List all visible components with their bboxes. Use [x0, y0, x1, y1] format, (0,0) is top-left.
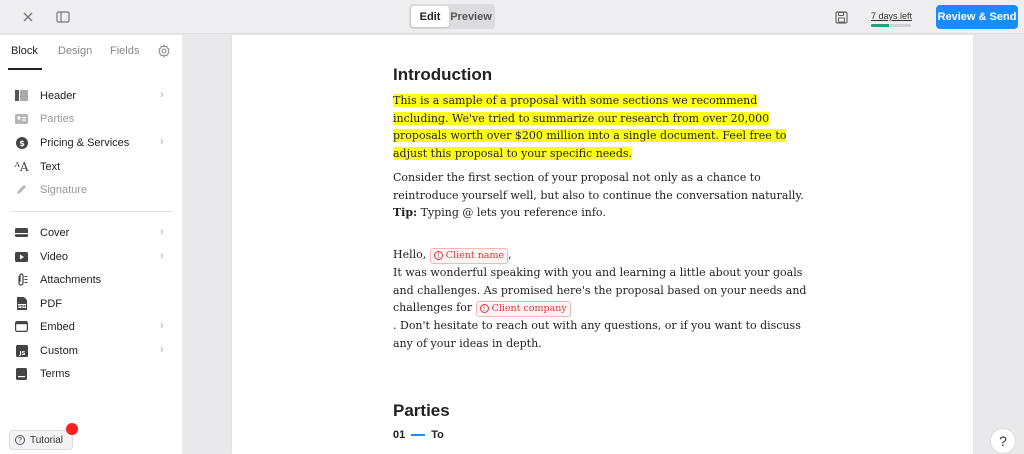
play-icon: [15, 250, 28, 263]
tip-label: Tip:: [393, 206, 418, 219]
notification-dot: [66, 423, 78, 435]
edit-tab[interactable]: Edit: [411, 6, 449, 27]
sidebar-item-parties[interactable]: Parties: [0, 108, 182, 130]
intro-paragraph[interactable]: This is a sample of a proposal with some…: [393, 92, 813, 162]
help-button[interactable]: ?: [990, 428, 1016, 454]
preview-tab[interactable]: Preview: [449, 6, 493, 27]
gear-icon[interactable]: [157, 44, 171, 58]
tip-text: Typing @ lets you reference info.: [417, 206, 606, 219]
parties-subheading: 01 To: [393, 429, 444, 441]
paragraph-text: It was wonderful speaking with you and l…: [393, 266, 807, 314]
sidebar-item-label: Parties: [40, 113, 75, 125]
hello-text: Hello,: [393, 248, 430, 261]
chevron-right-icon: ›: [160, 320, 164, 332]
sidebar-item-terms[interactable]: Terms: [0, 363, 182, 385]
chevron-right-icon: ›: [160, 344, 164, 356]
client-company-chip-label: Client company: [491, 303, 567, 314]
client-company-field[interactable]: ! Client company: [475, 301, 571, 317]
sidebar-tabs: Block Design Fields: [0, 35, 182, 70]
cover-icon: [15, 226, 28, 239]
dash-divider: [411, 434, 426, 436]
sidebar-item-label: Video: [40, 251, 68, 263]
svg-text:JS: JS: [18, 351, 25, 357]
sidebar-item-label: Terms: [40, 368, 70, 380]
terms-icon: [15, 367, 28, 380]
close-icon[interactable]: [18, 7, 38, 27]
sidebar-item-pdf[interactable]: PDF PDF: [0, 293, 182, 315]
consider-paragraph[interactable]: Consider the first section of your propo…: [393, 169, 813, 222]
sidebar-item-header[interactable]: Header ›: [0, 85, 182, 107]
pen-icon: [15, 183, 28, 196]
sidebar-divider: [10, 211, 172, 212]
sidebar-item-label: Pricing & Services: [40, 137, 130, 149]
warning-icon: !: [479, 304, 489, 313]
chevron-right-icon: ›: [160, 226, 164, 238]
header-icon: [15, 89, 28, 102]
parties-icon: [15, 112, 28, 125]
sidebar-item-cover[interactable]: Cover ›: [0, 222, 182, 244]
warning-icon: !: [433, 251, 443, 260]
sidebar-item-label: Embed: [40, 321, 75, 333]
review-send-button[interactable]: Review & Send: [936, 5, 1018, 29]
dollar-icon: $: [15, 136, 28, 149]
active-tab-indicator: [8, 68, 42, 70]
tutorial-label: Tutorial: [30, 434, 63, 446]
sidebar-item-signature[interactable]: Signature: [0, 179, 182, 201]
chevron-right-icon: ›: [160, 89, 164, 101]
comma-text: ,: [508, 248, 512, 261]
sidebar-item-label: Attachments: [40, 274, 102, 286]
sidebar-toggle-icon[interactable]: [53, 7, 73, 27]
sidebar-item-label: Signature: [40, 184, 88, 196]
top-bar: Edit Preview 7 days left Review & Send: [0, 0, 1024, 34]
attachment-icon: [15, 273, 28, 286]
pdf-icon: PDF: [15, 297, 28, 310]
chevron-right-icon: ›: [160, 136, 164, 148]
tab-fields[interactable]: Fields: [110, 45, 139, 57]
sidebar-item-label: Custom: [40, 345, 78, 357]
svg-text:PDF: PDF: [18, 305, 26, 309]
sidebar-item-embed[interactable]: Embed ›: [0, 316, 182, 338]
tab-design[interactable]: Design: [58, 45, 92, 57]
sidebar-item-pricing[interactable]: $ Pricing & Services ›: [0, 132, 182, 154]
sidebar-item-video[interactable]: Video ›: [0, 246, 182, 268]
text-icon: ᴬA: [14, 159, 29, 174]
sidebar-item-label: Text: [40, 161, 61, 173]
js-icon: JS: [15, 344, 28, 357]
trial-progress-bar: [871, 24, 911, 27]
sidebar-item-custom[interactable]: JS Custom ›: [0, 340, 182, 362]
paragraph-text: . Don't hesitate to reach out with any q…: [393, 319, 801, 350]
sidebar-item-text[interactable]: ᴬA Text: [0, 156, 182, 178]
tab-block[interactable]: Block: [11, 45, 38, 57]
block-sidebar: Block Design Fields Header › Parties $ P…: [0, 35, 182, 454]
paragraph-text: Consider the first section of your propo…: [393, 171, 804, 202]
proposal-document: Introduction This is a sample of a propo…: [232, 35, 973, 454]
parties-index: 01: [393, 429, 406, 441]
sidebar-item-label: Header: [40, 90, 77, 102]
mode-switch: Edit Preview: [409, 4, 495, 29]
chevron-right-icon: ›: [160, 250, 164, 262]
sidebar-item-label: Cover: [40, 227, 70, 239]
save-icon[interactable]: [831, 7, 851, 27]
sidebar-item-label: PDF: [40, 298, 62, 310]
tutorial-button[interactable]: ? Tutorial: [9, 430, 73, 450]
client-name-chip-label: Client name: [445, 250, 505, 261]
section-title-parties[interactable]: Parties: [393, 401, 450, 421]
question-icon: ?: [15, 435, 25, 445]
trial-days-left[interactable]: 7 days left: [871, 11, 912, 21]
client-name-field[interactable]: ! Client name: [429, 248, 509, 264]
sidebar-item-attachments[interactable]: Attachments: [0, 269, 182, 291]
trial-progress-fill: [871, 24, 889, 27]
section-title-introduction[interactable]: Introduction: [393, 65, 492, 85]
svg-text:$: $: [19, 139, 25, 148]
highlighted-text: This is a sample of a proposal with some…: [393, 94, 787, 160]
parties-to-label: To: [431, 429, 444, 441]
embed-icon: [15, 320, 28, 333]
greeting-paragraph[interactable]: Hello, ! Client name, It was wonderful sp…: [393, 246, 813, 352]
